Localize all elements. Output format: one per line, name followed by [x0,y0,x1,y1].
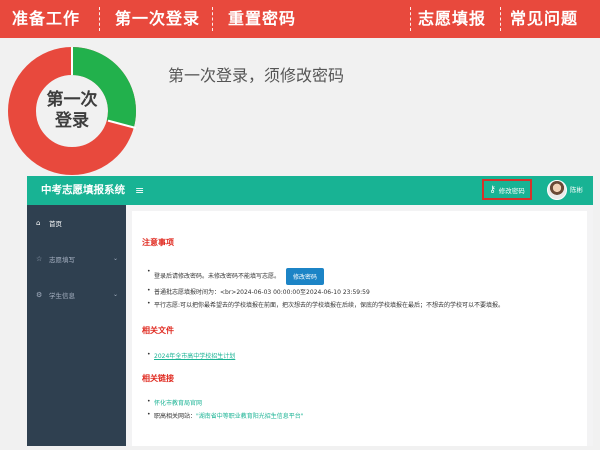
notice-item: 普通批志愿填报时间为：<br>2024-06-03 00:00:00至2024-… [147,287,370,296]
notice-item: 登录后请修改密码。未修改密码不能填写志愿。 修改密码 [147,268,324,285]
key-icon: ⚷ [489,184,496,195]
sidebar-item-fill-application[interactable]: ☆ 志愿填写 ⌄ [27,241,126,277]
file-link[interactable]: 2024年全市高中学校招生计划 [154,353,235,360]
link-item: 怀化市教育局官网 [147,398,202,407]
page-heading: 第一次登录，须修改密码 [168,66,345,85]
sidebar-item-label: 首页 [49,220,62,228]
nav-fill-application[interactable]: 志愿填报 [418,0,486,38]
link-item: 职高相关网站："湖南省中等职业教育阳光招生信息平台" [147,411,304,420]
nav-reset-password[interactable]: 重置密码 [228,0,296,38]
top-nav-bar: 准备工作 第一次登录 重置密码 志愿填报 常见问题 [0,0,600,38]
home-icon: ⌂ [36,219,41,227]
nav-faq[interactable]: 常见问题 [510,0,578,38]
menu-toggle-icon[interactable]: ≡ [135,176,144,205]
app-title: 中考志愿填报系统 [41,184,125,196]
donut-label-line1: 第一次 [46,90,98,110]
notice-item: 平行志愿:可以把你最希望去的学校填报在前面，把次想去的学校填报在后续，保底的学校… [147,300,504,309]
change-password-button[interactable]: 修改密码 [285,268,324,285]
nav-separator [99,7,100,31]
donut-label: 第一次 登录 [6,45,138,177]
main-content: 注意事项 登录后请修改密码。未修改密码不能填写志愿。 修改密码 普通批志愿填报时… [126,205,593,446]
links-title: 相关链接 [142,374,174,383]
chevron-down-icon: ⌄ [112,291,118,298]
sidebar-item-label: 志愿填写 [49,256,75,264]
sidebar-item-home[interactable]: ⌂ 首页 [27,205,126,241]
avatar[interactable] [547,180,567,200]
sidebar-item-label: 学生信息 [49,292,75,300]
notice-item-text: 登录后请修改密码。未修改密码不能填写志愿。 [154,273,281,280]
donut-label-line2: 登录 [55,111,89,131]
star-icon: ☆ [36,255,43,263]
file-item: 2024年全市高中学校招生计划 [147,351,235,360]
notice-card: 注意事项 登录后请修改密码。未修改密码不能填写志愿。 修改密码 普通批志愿填报时… [132,211,587,446]
nav-first-login[interactable]: 第一次登录 [115,0,200,38]
sidebar-item-student-info[interactable]: ⚙ 学生信息 ⌄ [27,277,126,313]
app-window: 中考志愿填报系统 ≡ ⚷ 修改密码 陈彬 ⌂ 首页 ☆ 志愿填写 ⌄ ⚙ 学生信… [27,176,593,446]
sidebar: ⌂ 首页 ☆ 志愿填写 ⌄ ⚙ 学生信息 ⌄ [27,205,126,446]
files-title: 相关文件 [142,326,174,335]
vocational-platform-link[interactable]: "湖南省中等职业教育阳光招生信息平台" [196,413,304,420]
gear-icon: ⚙ [36,291,43,299]
chevron-down-icon: ⌄ [112,255,118,262]
change-password-link[interactable]: ⚷ 修改密码 [482,179,532,200]
username[interactable]: 陈彬 [570,176,583,205]
app-header: 中考志愿填报系统 ≡ ⚷ 修改密码 陈彬 [27,176,593,205]
nav-separator [410,7,411,31]
nav-prepare[interactable]: 准备工作 [12,0,80,38]
nav-separator [212,7,213,31]
notice-title: 注意事项 [142,238,174,247]
vocational-label: 职高相关网站： [154,413,197,420]
nav-separator [500,7,501,31]
change-password-label: 修改密码 [498,186,525,195]
education-bureau-link[interactable]: 怀化市教育局官网 [154,400,202,407]
